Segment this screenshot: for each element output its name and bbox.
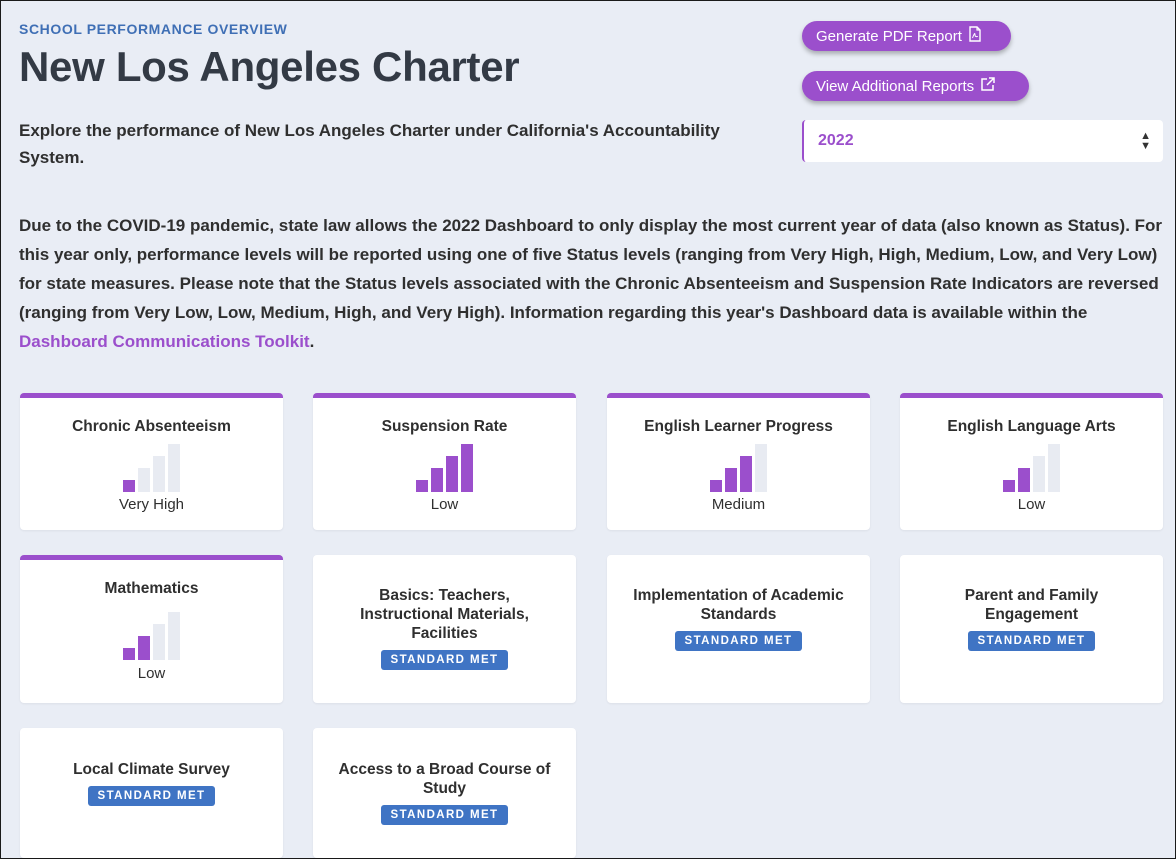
document-icon bbox=[968, 26, 982, 46]
status-level-bars bbox=[123, 444, 180, 492]
indicator-title: Chronic Absenteeism bbox=[72, 418, 231, 435]
local-title: Local Climate Survey bbox=[73, 760, 230, 779]
status-level: Low bbox=[137, 665, 166, 682]
status-level-bars bbox=[710, 444, 767, 492]
status-bar bbox=[123, 480, 135, 492]
local-title: Access to a Broad Course of Study bbox=[339, 760, 551, 798]
status-level: Low bbox=[1017, 496, 1046, 513]
local-title-line: Basics: Teachers, bbox=[379, 587, 510, 604]
page-title: New Los Angeles Charter bbox=[19, 43, 520, 90]
local-card-implementation[interactable]: Implementation of Academic Standards STA… bbox=[607, 555, 870, 703]
local-card-parent-engagement[interactable]: Parent and Family Engagement STANDARD ME… bbox=[900, 555, 1163, 703]
local-card-climate-survey[interactable]: Local Climate Survey STANDARD MET bbox=[20, 728, 283, 858]
indicator-card-chronic-absenteeism[interactable]: Chronic Absenteeism Very High bbox=[20, 393, 283, 530]
indicator-card-english-language-arts[interactable]: English Language Arts Low bbox=[900, 393, 1163, 530]
local-title: Implementation of Academic Standards bbox=[633, 586, 843, 624]
covid-notice-end: . bbox=[309, 332, 315, 351]
status-bar bbox=[755, 444, 767, 492]
generate-pdf-button[interactable]: Generate PDF Report bbox=[802, 21, 1011, 51]
status-badge: STANDARD MET bbox=[674, 631, 803, 651]
local-title-line: Access to a Broad Course of bbox=[338, 761, 551, 778]
view-reports-label: View Additional Reports bbox=[816, 77, 975, 95]
view-reports-button[interactable]: View Additional Reports bbox=[802, 71, 1029, 101]
local-title-line: Local Climate Survey bbox=[73, 761, 230, 778]
status-bar bbox=[1018, 468, 1030, 492]
status-bar bbox=[153, 624, 165, 660]
status-bar bbox=[431, 468, 443, 492]
status-level-bars bbox=[123, 612, 180, 660]
status-bar bbox=[740, 456, 752, 492]
indicator-title: English Learner Progress bbox=[644, 418, 833, 435]
page-eyebrow: SCHOOL PERFORMANCE OVERVIEW bbox=[19, 21, 288, 37]
indicator-card-english-learner-progress[interactable]: English Learner Progress Medium bbox=[607, 393, 870, 530]
local-title-line: Implementation of Academic bbox=[633, 587, 844, 604]
local-card-broad-course[interactable]: Access to a Broad Course of Study STANDA… bbox=[313, 728, 576, 858]
status-bar bbox=[710, 480, 722, 492]
covid-notice: Due to the COVID-19 pandemic, state law … bbox=[19, 211, 1169, 356]
status-bar bbox=[138, 636, 150, 660]
status-bar bbox=[123, 648, 135, 660]
local-title: Parent and Family Engagement bbox=[965, 586, 1099, 624]
local-title-line: Standards bbox=[700, 606, 777, 623]
page-intro: Explore the performance of New Los Angel… bbox=[19, 121, 720, 167]
status-bar bbox=[153, 456, 165, 492]
local-title-line: Facilities bbox=[411, 625, 478, 642]
status-level-bars bbox=[1003, 444, 1060, 492]
indicator-card-mathematics[interactable]: Mathematics Low bbox=[20, 555, 283, 703]
local-title: Basics: Teachers, Instructional Material… bbox=[360, 586, 529, 643]
status-badge: STANDARD MET bbox=[967, 631, 1096, 651]
status-bar bbox=[725, 468, 737, 492]
status-bar bbox=[1048, 444, 1060, 492]
status-level: Low bbox=[430, 496, 459, 513]
local-title-line: Study bbox=[422, 780, 467, 797]
status-bar bbox=[416, 480, 428, 492]
indicator-title: Suspension Rate bbox=[381, 418, 508, 435]
dashboard-toolkit-link[interactable]: Dashboard Communications Toolkit bbox=[19, 332, 310, 351]
local-title-line: Instructional Materials, bbox=[360, 606, 529, 623]
status-bar bbox=[461, 444, 473, 492]
status-level: Very High bbox=[118, 496, 185, 513]
local-title-line: Engagement bbox=[984, 606, 1078, 623]
status-badge: STANDARD MET bbox=[380, 805, 509, 825]
status-bar bbox=[168, 444, 180, 492]
indicator-title: Mathematics bbox=[104, 580, 199, 597]
status-badge: STANDARD MET bbox=[380, 650, 509, 670]
status-bar bbox=[446, 456, 458, 492]
generate-pdf-label: Generate PDF Report bbox=[816, 27, 962, 45]
sort-arrows-icon: ▲ ▼ bbox=[1140, 130, 1151, 152]
indicator-title: English Language Arts bbox=[947, 418, 1116, 435]
status-bar bbox=[168, 612, 180, 660]
external-link-icon bbox=[980, 76, 995, 96]
year-select[interactable]: 2022 ▲ ▼ bbox=[802, 120, 1163, 162]
indicator-card-suspension-rate[interactable]: Suspension Rate Low bbox=[313, 393, 576, 530]
status-level: Medium bbox=[711, 496, 766, 513]
status-badge: STANDARD MET bbox=[87, 786, 216, 806]
covid-notice-text: Due to the COVID-19 pandemic, state law … bbox=[19, 216, 1163, 322]
year-select-value: 2022 bbox=[818, 132, 854, 149]
local-card-basics[interactable]: Basics: Teachers, Instructional Material… bbox=[313, 555, 576, 703]
status-bar bbox=[1003, 480, 1015, 492]
status-bar bbox=[138, 468, 150, 492]
status-level-bars bbox=[416, 444, 473, 492]
local-title-line: Parent and Family bbox=[964, 587, 1099, 604]
status-bar bbox=[1033, 456, 1045, 492]
